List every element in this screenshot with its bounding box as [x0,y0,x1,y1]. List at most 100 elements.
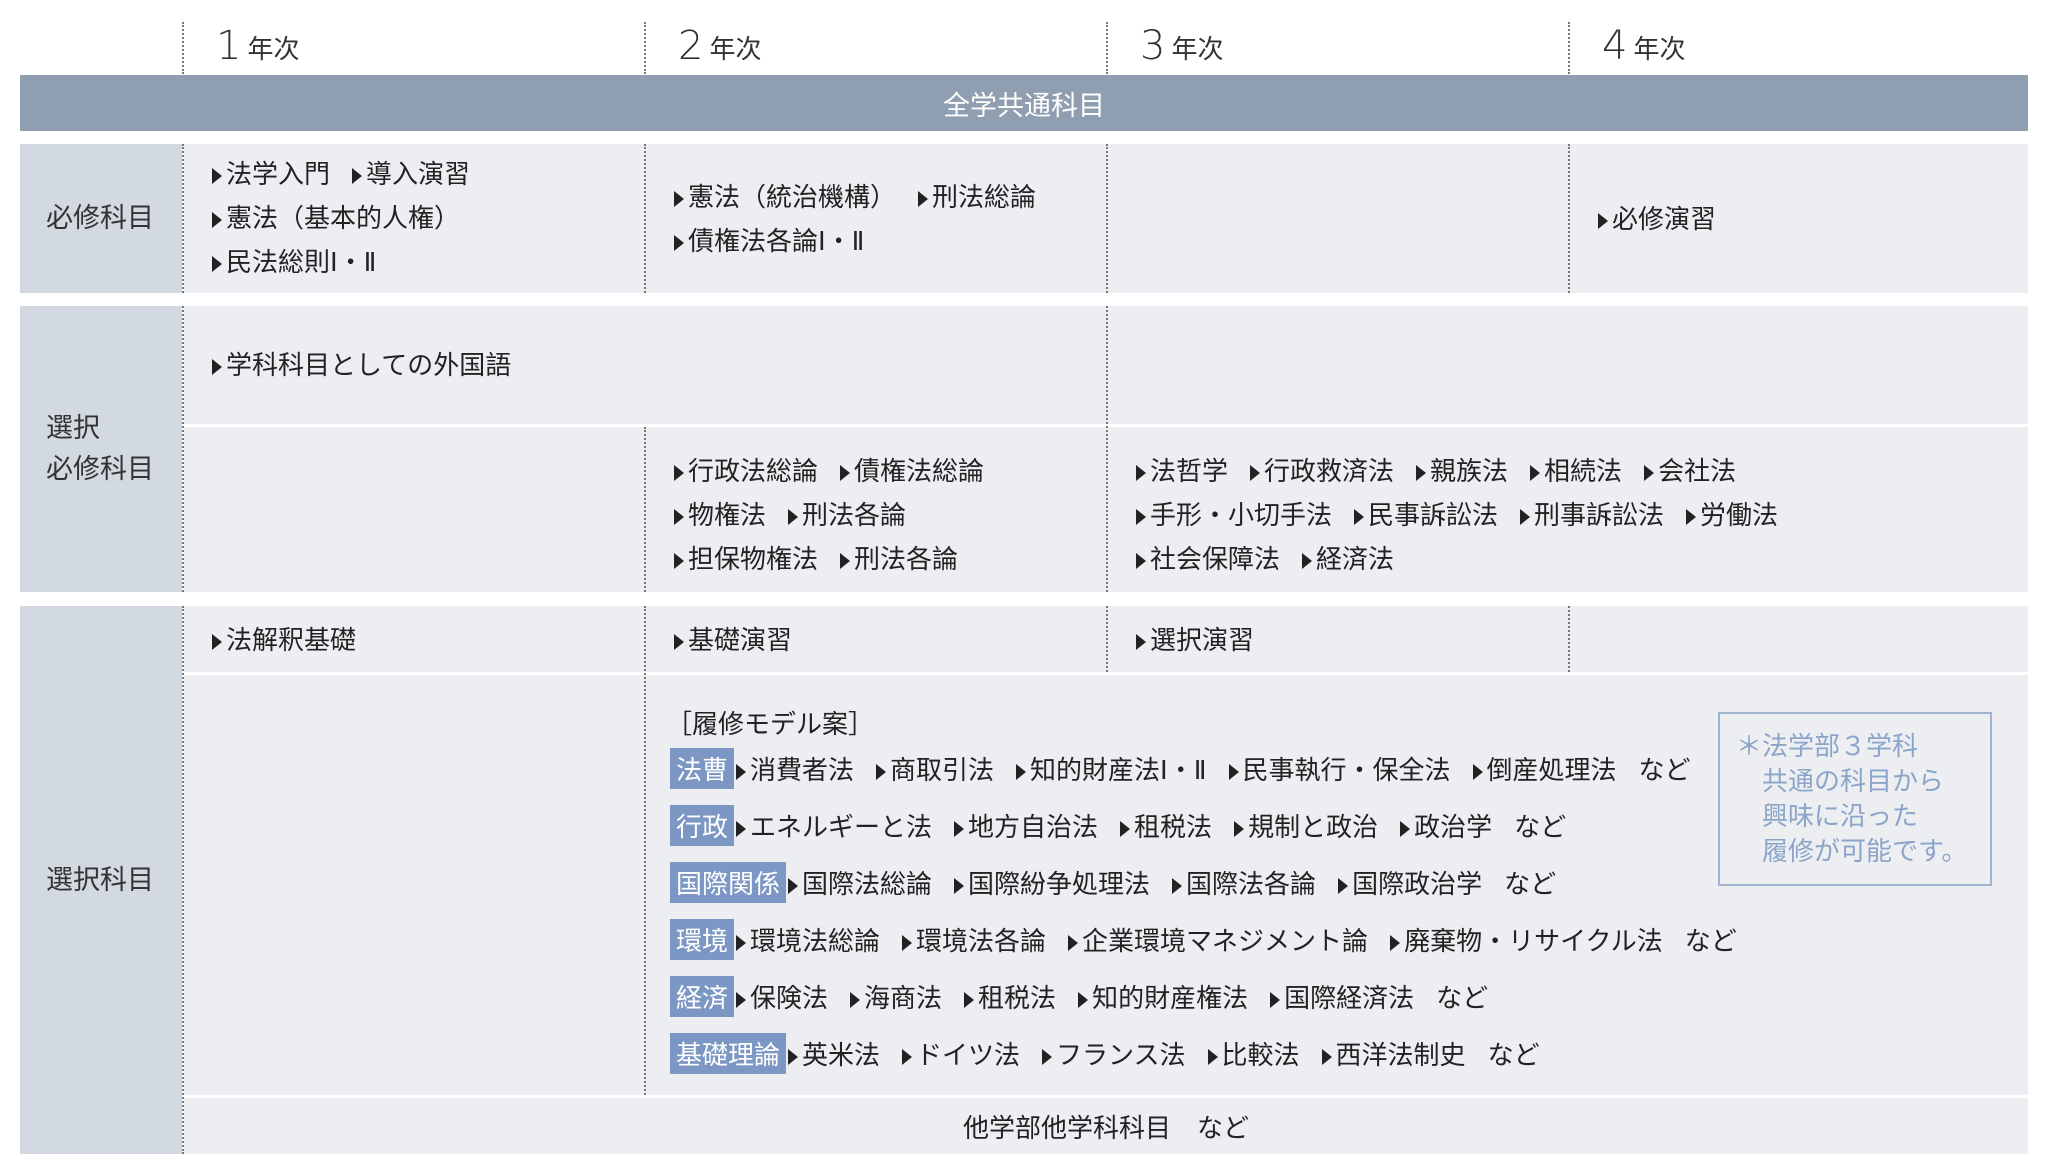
common-subjects-banner: 全学共通科目 [20,75,2028,131]
course-item: 憲法（統治機構） [674,183,896,213]
year-label: 年次 [1633,35,1686,65]
course-item: 英米法 [788,1041,880,1071]
course-item: 倒産処理法 [1472,756,1617,786]
course-item: 債権法各論Ⅰ・Ⅱ [674,227,864,257]
year-header-2: 2 年次 [652,24,1092,66]
model-tag: 法曹 [670,748,735,789]
course-item: 企業環境マネジメント論 [1068,927,1368,957]
model-row: 法曹 消費者法 商取引法 知的財産法Ⅰ・Ⅱ 民事執行・保全法 倒産処理法 など [670,748,1691,789]
model-suffix: など [1487,1041,1540,1071]
course-item: 租税法 [1120,813,1212,843]
course-item: 国際経済法 [1270,984,1414,1014]
model-row: 経済 保険法 海商法 租税法 知的財産権法 国際経済法 など [670,976,1488,1017]
triangle-bullet-icon [1472,764,1483,780]
course-item: 行政救済法 [1250,457,1394,487]
model-tag: 環境 [670,919,735,960]
row-head-elective: 選択科目 [20,606,182,1154]
course-item: ドイツ法 [902,1041,1020,1071]
triangle-bullet-icon [212,212,222,228]
col-divider [644,606,646,1095]
year-number: 3 [1140,23,1166,69]
selective-y2-cell: 行政法総論 債権法総論 物権法 刑法各論 担保物権法 刑法各論 [646,427,1106,592]
model-tag: 国際関係 [670,862,787,903]
year-header-4: 4 年次 [1576,24,2016,66]
triangle-bullet-icon [1530,465,1541,481]
triangle-bullet-icon [850,992,861,1008]
course-line: 基礎演習 [674,620,814,657]
model-suffix: など [1638,756,1691,786]
model-tag: 基礎理論 [670,1033,787,1074]
course-line: 社会保障法 経済法 [1136,539,1416,576]
triangle-bullet-icon [1302,553,1313,569]
course-item: 基礎演習 [674,626,792,656]
course-item: 地方自治法 [954,813,1098,843]
course-item: 必修演習 [1598,205,1716,235]
course-item: 政治学 [1400,813,1492,843]
triangle-bullet-icon [1400,821,1411,837]
triangle-bullet-icon [736,992,747,1008]
course-item: 国際紛争処理法 [954,870,1150,900]
triangle-bullet-icon [1321,1049,1332,1065]
triangle-bullet-icon [736,935,747,951]
course-item: 労働法 [1686,501,1778,531]
triangle-bullet-icon [736,764,747,780]
model-suffix: など [1684,927,1737,957]
note-box: ＊法学部３学科 共通の科目から 興味に沿った 履修が可能です。 [1718,712,1992,886]
course-item: 刑事訴訟法 [1520,501,1664,531]
triangle-bullet-icon [1207,1049,1218,1065]
model-row: 基礎理論 英米法 ドイツ法 フランス法 比較法 西洋法制史 など [670,1033,1540,1074]
course-item: 民事訴訟法 [1354,501,1498,531]
course-item: 法学入門 [212,160,330,190]
triangle-bullet-icon [840,465,851,481]
course-item: 行政法総論 [674,457,818,487]
course-line: 選択演習 [1136,620,1276,657]
course-item: 知的財産法Ⅰ・Ⅱ [1016,756,1207,786]
course-item: 租税法 [964,984,1056,1014]
course-item: 債権法総論 [840,457,984,487]
course-item: 物権法 [674,501,766,531]
triangle-bullet-icon [674,465,684,481]
triangle-bullet-icon [954,878,965,894]
triangle-bullet-icon [1136,465,1146,481]
row-head-label: 選択科目 [46,864,154,896]
triangle-bullet-icon [1234,821,1245,837]
triangle-bullet-icon [918,191,929,207]
year-number: 2 [678,23,704,69]
model-tag: 行政 [670,805,735,846]
row-head-label: 必修科目 [46,203,154,234]
triangle-bullet-icon [1228,764,1239,780]
col-divider [1568,606,1570,672]
model-suffix: など [1436,984,1489,1014]
triangle-bullet-icon [674,235,684,251]
course-item: 廃棄物・リサイクル法 [1390,927,1663,957]
model-suffix: など [1504,870,1557,900]
course-line: 債権法各論Ⅰ・Ⅱ [674,221,886,258]
triangle-bullet-icon [788,878,799,894]
course-line: 法哲学 行政救済法 親族法 相続法 会社法 [1136,451,1758,488]
course-item: 会社法 [1644,457,1736,487]
other-faculty-label: 他学部他学科科目 など [962,1113,1249,1144]
course-item: 消費者法 [736,756,854,786]
triangle-bullet-icon [1250,465,1261,481]
triangle-bullet-icon [1136,509,1146,525]
course-item: 国際法各論 [1172,870,1316,900]
course-item: 手形・小切手法 [1136,501,1332,531]
course-item: 環境法総論 [736,927,880,957]
triangle-bullet-icon [1078,992,1089,1008]
triangle-bullet-icon [212,634,222,650]
course-item: 選択演習 [1136,626,1254,656]
triangle-bullet-icon [1354,509,1365,525]
course-item: 西洋法制史 [1321,1041,1466,1071]
triangle-bullet-icon [902,1049,913,1065]
triangle-bullet-icon [1136,634,1146,650]
course-item: 憲法（基本的人権） [212,204,460,234]
course-item: 導入演習 [352,160,470,190]
course-item: フランス法 [1042,1041,1186,1071]
row-head-selective-required: 選択 必修科目 [20,306,182,592]
course-item: 環境法各論 [902,927,1046,957]
triangle-bullet-icon [902,935,913,951]
course-item: 刑法各論 [788,501,906,531]
year-divider [1568,22,1570,74]
year-label: 年次 [1171,35,1224,65]
triangle-bullet-icon [1136,553,1146,569]
